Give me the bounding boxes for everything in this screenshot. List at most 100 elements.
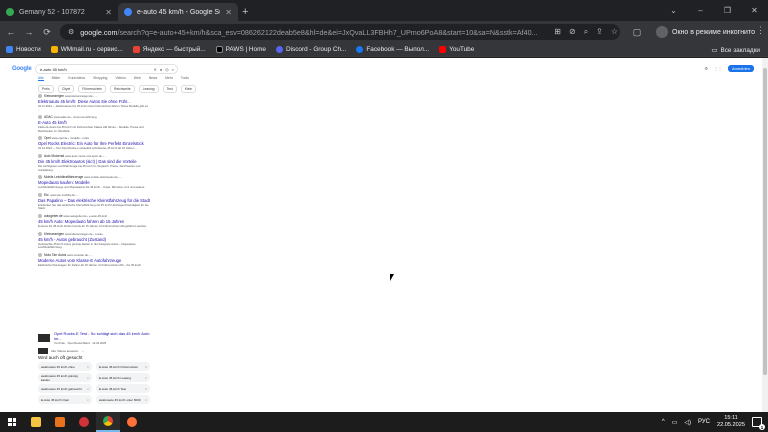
- filter-chip[interactable]: Cityel: [57, 85, 75, 93]
- clock[interactable]: 15:11 22.05.2025: [717, 415, 745, 429]
- minimize-button[interactable]: –: [687, 0, 714, 21]
- clear-icon[interactable]: ✕: [153, 67, 156, 72]
- share-icon[interactable]: ⇪: [596, 27, 603, 37]
- settings-icon[interactable]: ⚙: [704, 66, 708, 71]
- result-snippet: Entdecken Sie das elektrische Kleinstfah…: [38, 202, 149, 211]
- search-tab[interactable]: Videos: [115, 76, 125, 81]
- translate-icon[interactable]: ⊞: [554, 27, 561, 37]
- related-search-chip[interactable]: E-Auto 45 km/h Leasing ⌕: [96, 373, 150, 382]
- result-site[interactable]: Etc. www.etc-mobility.de › ...: [38, 192, 150, 197]
- related-search-chip[interactable]: elektroauto 45 km/h unter 5000 ⌕: [96, 395, 150, 404]
- new-tab-button[interactable]: +: [242, 3, 248, 21]
- site-name: ADAC: [44, 115, 53, 120]
- taskbar-firefox[interactable]: [120, 412, 144, 432]
- taskbar-paint[interactable]: [72, 412, 96, 432]
- filter-chip[interactable]: Klein: [180, 85, 197, 93]
- incognito-indicator[interactable]: Окно в режиме инкогнито: [656, 25, 755, 39]
- back-button[interactable]: ←: [4, 25, 18, 39]
- result-site[interactable]: Kleinanzeigen www.kleinanzeigen.de › ...: [38, 94, 150, 98]
- search-input[interactable]: e-auto 45 km/h ✕ ● ◎ ⌕: [35, 64, 178, 74]
- network-icon[interactable]: ▭: [672, 419, 678, 426]
- result-site[interactable]: ADAC www.adac.de › rund-ums-fahrzeug: [38, 115, 150, 120]
- google-logo[interactable]: Google: [12, 66, 32, 72]
- mic-icon[interactable]: ●: [160, 67, 162, 72]
- result-site[interactable]: Opel www.opel.de › modelle › rocks: [38, 136, 150, 141]
- no-tracking-icon[interactable]: ⊘: [569, 27, 576, 37]
- bookmark-yandex[interactable]: Яндекс — быстрый...: [132, 46, 206, 53]
- search-tab[interactable]: Alle: [38, 76, 44, 81]
- all-bookmarks-button[interactable]: ▭ Все закладки: [711, 46, 760, 55]
- site-info-icon[interactable]: ⚙: [68, 28, 74, 36]
- search-tab[interactable]: Kurzvideos: [68, 76, 85, 81]
- site-url: www.kleinanzeigen.de › s-auto: [64, 231, 103, 236]
- taskbar-file-explorer[interactable]: [24, 412, 48, 432]
- notifications-icon[interactable]: 1: [752, 417, 765, 430]
- related-search-chip[interactable]: elektroauto 45 km/h ohne ⌕: [38, 362, 92, 371]
- video-thumbnail[interactable]: [38, 334, 50, 342]
- result-site[interactable]: autogeber.de www.autogeber.de › e-auto-4…: [38, 214, 150, 219]
- bookmark-wmmail[interactable]: WMmail.ru - сервис...: [50, 46, 123, 53]
- search-tab[interactable]: Tools: [181, 76, 189, 81]
- search-tab[interactable]: Web: [134, 76, 141, 81]
- search-tab[interactable]: Mehr: [165, 76, 173, 81]
- close-tab-icon[interactable]: ✕: [105, 8, 112, 17]
- related-search-chip[interactable]: E-Auto 45 km/h Test ⌕: [96, 384, 150, 393]
- close-window-button[interactable]: ✕: [741, 0, 768, 21]
- tray-expand-icon[interactable]: ^: [662, 419, 665, 425]
- search-result: Auto Motorrad www.auto-motor-und-sport.d…: [38, 154, 150, 172]
- tab-google-search[interactable]: e-auto 45 km/h - Google Suche ✕: [118, 3, 238, 21]
- search-tab[interactable]: Bilder: [52, 76, 61, 81]
- reload-button[interactable]: ⟳: [40, 25, 54, 39]
- search-tab[interactable]: Shopping: [93, 76, 107, 81]
- volume-icon[interactable]: ◁): [684, 419, 691, 426]
- maximize-button[interactable]: ❐: [714, 0, 741, 21]
- zoom-icon[interactable]: ⌕: [584, 27, 588, 37]
- page-scrollbar[interactable]: [762, 58, 768, 412]
- taskbar-chrome[interactable]: [96, 412, 120, 432]
- result-site[interactable]: Kleinanzeigen www.kleinanzeigen.de › s-a…: [38, 231, 150, 236]
- taskbar-mail[interactable]: [48, 412, 72, 432]
- result-site[interactable]: Auto Motorrad www.auto-motor-und-sport.d…: [38, 154, 150, 159]
- url-text[interactable]: google.com/search?q=e-auto+45+km/h&sca_e…: [80, 28, 548, 37]
- apps-icon[interactable]: ⋮⋮: [714, 66, 722, 71]
- video-title[interactable]: Opel Rocks-E Test - So schlägt sich das …: [54, 331, 150, 341]
- bookmark-label: YouTube: [449, 46, 475, 53]
- related-search-label: elektroauto 45 km/h ohne: [41, 364, 75, 369]
- related-search-chip[interactable]: E-Auto 45 km/h Führerschein ⌕: [96, 362, 150, 371]
- bookmark-news[interactable]: Новости: [6, 46, 41, 53]
- extensions-icon[interactable]: ▢: [630, 25, 644, 39]
- search-icon[interactable]: ⌕: [172, 67, 174, 72]
- filter-chip[interactable]: Leasing: [138, 85, 159, 93]
- close-tab-icon[interactable]: ✕: [225, 8, 232, 17]
- video-result[interactable]: Opel Rocks-E Test - So schlägt sich das …: [38, 331, 150, 345]
- tab-search-icon[interactable]: ⌄: [660, 0, 687, 21]
- bookmark-facebook[interactable]: Facebook — Выпол...: [356, 46, 429, 53]
- language-indicator[interactable]: РУС: [698, 419, 710, 425]
- related-search-chip[interactable]: elektroauto 45 km/h gebraucht ⌕: [38, 384, 92, 393]
- result-site[interactable]: Moto Tarr Autos www.mototarr.de › ...: [38, 253, 150, 257]
- start-button[interactable]: [0, 412, 24, 432]
- bookmark-discord[interactable]: Discord - Group Ch...: [275, 46, 346, 53]
- result-site[interactable]: Mobile Leichtkraftfahrzeuge www.mobile-e…: [38, 175, 150, 180]
- menu-kebab-icon[interactable]: ⋮: [756, 25, 765, 36]
- url-path: /search?q=e-auto+45+km/h&sca_esv=0862621…: [117, 27, 538, 37]
- filter-chip[interactable]: Preis: [38, 85, 54, 93]
- camera-icon[interactable]: ◎: [165, 67, 169, 72]
- more-videos[interactable]: Alle Videos ansehen →: [38, 348, 84, 354]
- facebook-icon: [356, 46, 364, 53]
- search-tab[interactable]: News: [149, 76, 157, 81]
- bookmark-youtube[interactable]: YouTube: [439, 46, 474, 53]
- signin-button[interactable]: Anmelden: [727, 65, 754, 72]
- address-bar[interactable]: ⚙ google.com/search?q=e-auto+45+km/h&sca…: [60, 24, 620, 40]
- bookmark-star-icon[interactable]: ☆: [611, 27, 618, 37]
- tab-gemany[interactable]: Gemany 52 - 107872 ✕: [0, 3, 118, 21]
- related-search-chip[interactable]: E-Auto 45 km/h Opel ⌕: [38, 395, 92, 404]
- scrollbar-thumb[interactable]: [763, 68, 767, 375]
- clock-time: 15:11: [724, 415, 738, 421]
- forward-button[interactable]: →: [22, 25, 36, 39]
- filter-chip[interactable]: Reichweite: [110, 85, 135, 93]
- filter-chip[interactable]: Führerschein: [78, 85, 107, 93]
- filter-chip[interactable]: Test: [162, 85, 177, 93]
- bookmark-paws[interactable]: PAWS | Home: [215, 46, 266, 53]
- related-search-chip[interactable]: elektroauto 45 km/h günstig kaufen ⌕: [38, 373, 92, 382]
